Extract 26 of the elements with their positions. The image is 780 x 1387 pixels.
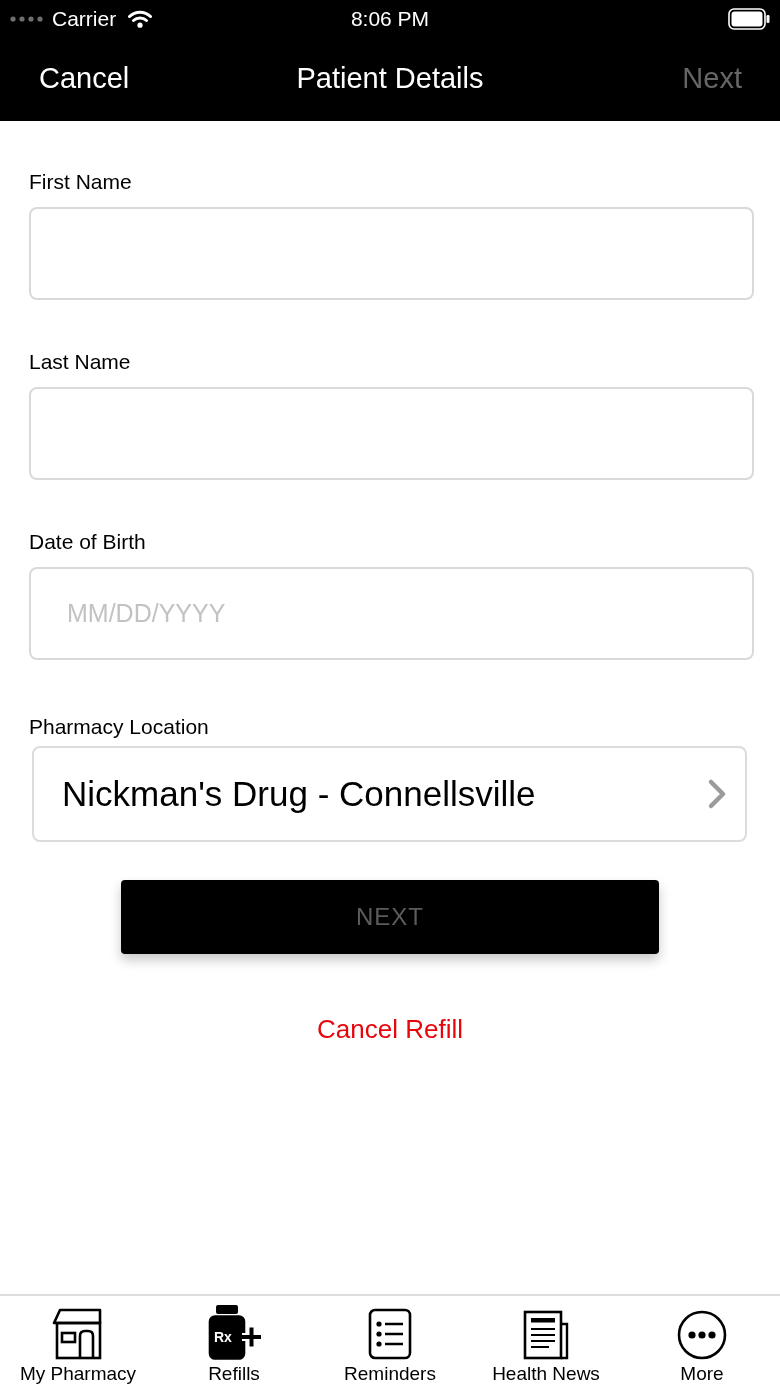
location-select[interactable]: Nickman's Drug - Connellsville	[32, 746, 747, 842]
tab-item[interactable]: Health News	[468, 1296, 624, 1387]
chevron-right-icon	[707, 778, 727, 810]
cancel-refill-link[interactable]: Cancel Refill	[317, 1013, 463, 1045]
field-label: Last Name	[29, 349, 131, 375]
field-label: First Name	[29, 169, 132, 195]
screen-title: Patient Details	[296, 60, 484, 96]
field-label: Date of Birth	[29, 529, 146, 555]
signal-dots-icon	[10, 16, 44, 22]
wifi-icon	[128, 10, 153, 28]
newspaper-icon	[523, 1310, 569, 1360]
tab-item[interactable]: My Pharmacy	[0, 1296, 156, 1387]
cancel-button[interactable]: Cancel	[39, 59, 130, 96]
tab-item[interactable]: Rx Refills	[156, 1296, 312, 1387]
input-field[interactable]	[29, 387, 754, 480]
tab-item[interactable]: More	[624, 1296, 780, 1387]
field-label: Pharmacy Location	[29, 714, 209, 740]
input-field[interactable]	[29, 207, 754, 300]
input-field[interactable]: MM/DD/YYYY	[29, 567, 754, 660]
more-icon	[677, 1310, 727, 1360]
tab-item[interactable]: Reminders	[312, 1296, 468, 1387]
checklist-icon	[368, 1308, 412, 1360]
status-time: 8:06 PM	[350, 6, 430, 32]
carrier-name: Carrier	[52, 6, 117, 32]
battery-icon	[728, 8, 770, 30]
storefront-icon	[52, 1308, 104, 1360]
